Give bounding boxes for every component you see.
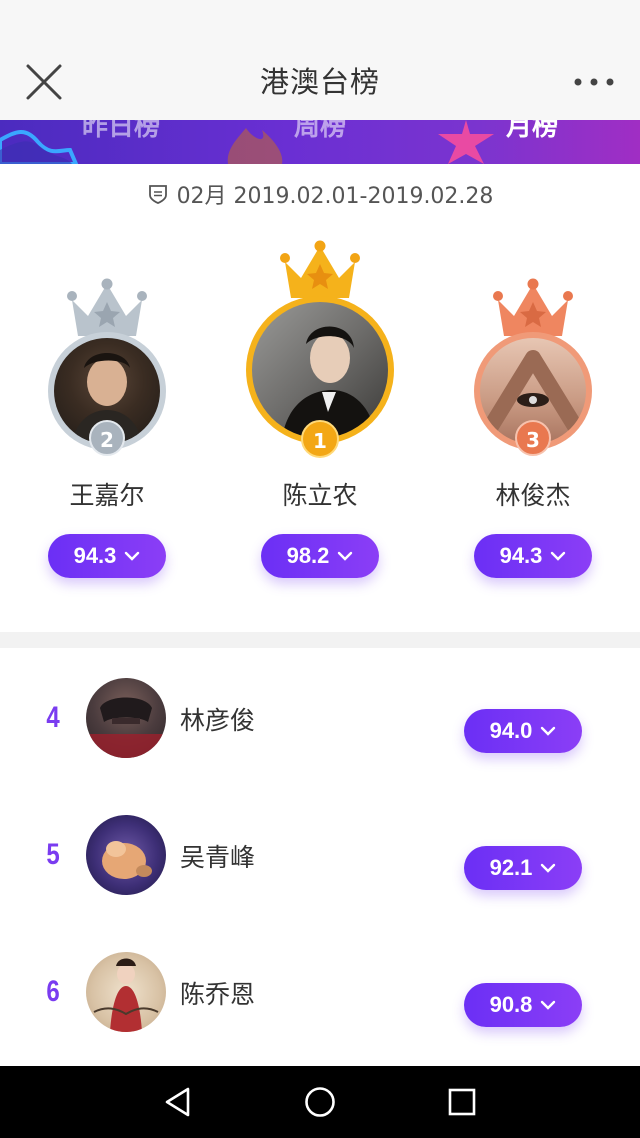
list-item[interactable]: 5 吴青峰 92.1 <box>0 800 640 910</box>
artist-name: 陈立农 <box>282 481 358 510</box>
tab-monthly[interactable]: 月榜 <box>506 120 558 143</box>
badge-icon <box>148 185 167 204</box>
score-button[interactable]: 94.3 <box>48 534 166 578</box>
rank-badge: 3 <box>515 420 551 456</box>
rank-badge: 2 <box>89 420 125 456</box>
avatar <box>252 302 388 438</box>
recents-square-icon[interactable] <box>444 1084 480 1120</box>
avatar <box>86 678 166 758</box>
page-title: 港澳台榜 <box>259 65 380 99</box>
list-item[interactable]: 4 林彦俊 94.0 <box>0 663 640 773</box>
rank-number: 6 <box>46 975 60 1008</box>
header-bar: 港澳台榜 <box>0 0 640 120</box>
artist-name: 陈乔恩 <box>180 980 256 1009</box>
score-value: 90.8 <box>489 992 533 1017</box>
more-horizontal-icon[interactable] <box>572 70 616 94</box>
gold-crown-icon <box>280 240 360 298</box>
chevron-down-icon <box>551 551 566 561</box>
score-button[interactable]: 94.3 <box>474 534 592 578</box>
tab-banner: 昨日榜 周榜 月榜 <box>0 120 640 164</box>
score-button[interactable]: 98.2 <box>261 534 379 578</box>
avatar <box>86 815 166 895</box>
podium-item-3[interactable]: 3 林俊杰 94.3 <box>433 240 633 590</box>
artist-name: 王嘉尔 <box>69 481 145 510</box>
score-value: 94.3 <box>73 543 117 568</box>
rank-number: 4 <box>46 701 60 734</box>
chevron-down-icon <box>541 1000 556 1010</box>
chevron-down-icon <box>338 551 353 561</box>
score-value: 94.3 <box>499 543 543 568</box>
chevron-down-icon <box>125 551 140 561</box>
chevron-down-icon <box>541 863 556 873</box>
score-button[interactable]: 94.0 <box>464 709 582 753</box>
system-nav-bar <box>0 1066 640 1138</box>
tab-daily[interactable]: 昨日榜 <box>82 120 160 143</box>
period-text: 02月 2019.02.01-2019.02.28 <box>176 184 494 209</box>
list-item[interactable]: 6 陈乔恩 90.8 <box>0 937 640 1047</box>
artist-name: 林俊杰 <box>495 481 571 510</box>
home-circle-icon[interactable] <box>302 1084 338 1120</box>
score-value: 92.1 <box>489 855 533 880</box>
artist-name: 林彦俊 <box>180 706 256 735</box>
podium-item-1[interactable]: 1 陈立农 98.2 <box>220 240 420 590</box>
podium-item-2[interactable]: 2 王嘉尔 94.3 <box>7 240 207 590</box>
section-divider <box>0 632 640 648</box>
artist-name: 吴青峰 <box>180 843 256 872</box>
back-triangle-icon[interactable] <box>160 1084 196 1120</box>
tab-weekly[interactable]: 周榜 <box>294 120 346 143</box>
score-button[interactable]: 92.1 <box>464 846 582 890</box>
rank-badge: 1 <box>301 420 339 458</box>
rank-number: 5 <box>46 838 60 871</box>
avatar <box>86 952 166 1032</box>
period-row: 02月 2019.02.01-2019.02.28 <box>0 176 640 212</box>
app-screen: 港澳台榜 昨日榜 周榜 月榜 02月 2019.02.01-2019.02.28 <box>0 0 640 1138</box>
score-value: 98.2 <box>286 543 330 568</box>
score-button[interactable]: 90.8 <box>464 983 582 1027</box>
chevron-down-icon <box>541 726 556 736</box>
score-value: 94.0 <box>489 718 533 743</box>
